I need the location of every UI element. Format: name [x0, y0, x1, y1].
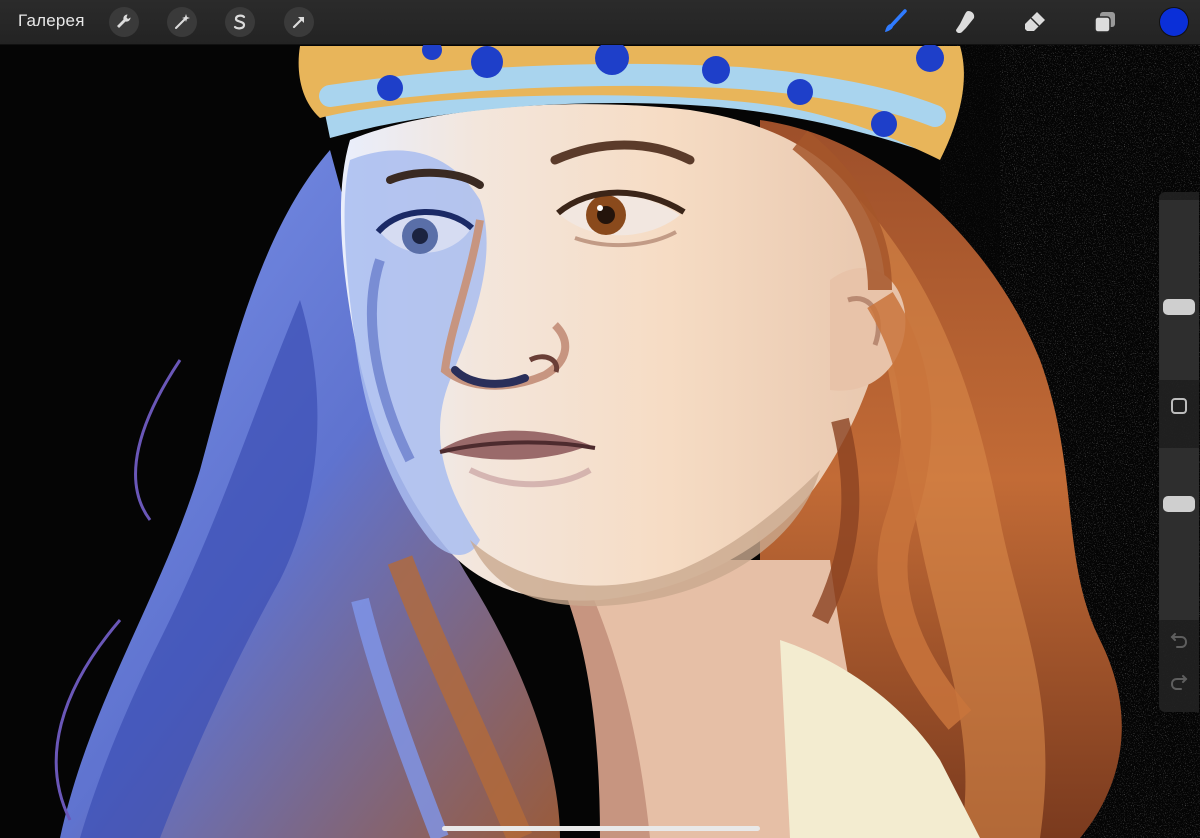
top-toolbar: Галерея: [0, 0, 1200, 45]
portrait-artwork: [0, 0, 1200, 838]
undo-icon[interactable]: [1169, 632, 1189, 652]
redo-icon[interactable]: [1169, 674, 1189, 694]
home-indicator[interactable]: [442, 826, 760, 831]
transform-arrow-icon[interactable]: [284, 7, 314, 37]
brush-size-slider[interactable]: [1159, 200, 1199, 380]
drawing-canvas[interactable]: [0, 0, 1200, 838]
opacity-slider[interactable]: [1159, 448, 1199, 620]
eraser-icon[interactable]: [1020, 7, 1050, 37]
brush-icon[interactable]: [880, 7, 910, 37]
layers-icon[interactable]: [1090, 7, 1120, 37]
brush-size-thumb[interactable]: [1163, 299, 1195, 315]
wrench-icon[interactable]: [109, 7, 139, 37]
color-picker-button[interactable]: [1160, 8, 1188, 36]
procreate-app: Галерея: [0, 0, 1200, 838]
selection-s-icon[interactable]: [225, 7, 255, 37]
gallery-button[interactable]: Галерея: [18, 11, 85, 31]
magic-wand-icon[interactable]: [167, 7, 197, 37]
side-toolbar: [1159, 192, 1199, 712]
opacity-thumb[interactable]: [1163, 496, 1195, 512]
smudge-icon[interactable]: [950, 7, 980, 37]
modify-button[interactable]: [1171, 398, 1187, 414]
